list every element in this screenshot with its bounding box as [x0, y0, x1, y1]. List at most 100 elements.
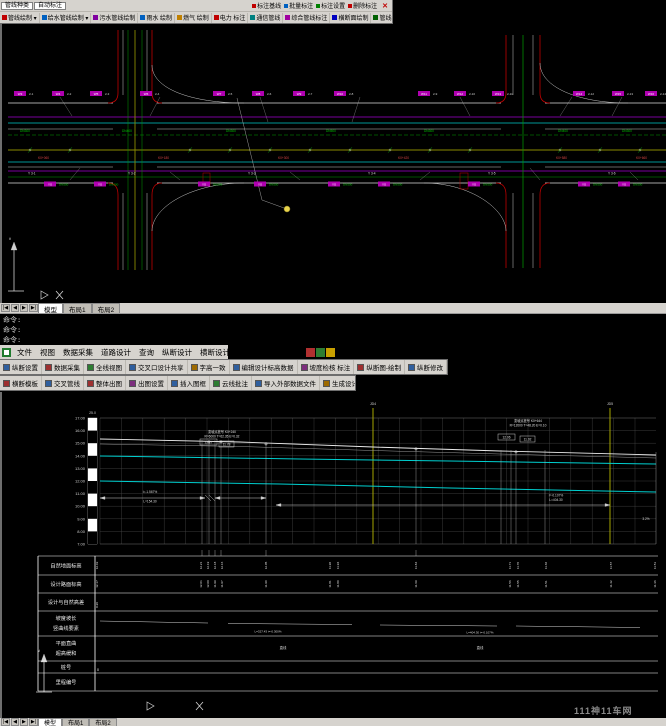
pipeline-tool-icon — [332, 15, 337, 20]
pipeline-tool-button[interactable]: 给水管线绘制 ▾ — [40, 13, 92, 23]
svg-text:11.92: 11.92 — [524, 438, 532, 442]
svg-text:∨: ∨ — [9, 236, 12, 241]
svg-text:8.00: 8.00 — [77, 529, 86, 534]
toolbar-button[interactable]: 编辑设计标高数据 — [230, 360, 298, 374]
pipeline-tool-label: 通信管线 — [256, 13, 280, 22]
svg-text:YS: YS — [98, 183, 102, 187]
command-line-area[interactable]: 命令:命令:命令: — [0, 313, 666, 345]
profile-tab-1[interactable]: 模型 — [38, 718, 62, 726]
menu-帮助[interactable]: 帮助 — [280, 348, 303, 357]
command-line[interactable]: 命令: — [3, 315, 663, 325]
toolbar-button[interactable]: 交叉管线 — [42, 376, 84, 390]
annotation-tool-button[interactable]: 标注基线 — [252, 1, 281, 10]
palette-close-button[interactable]: ✕ — [380, 2, 390, 10]
toolbar-button[interactable]: 坡度检核 标注 — [298, 360, 355, 374]
menu-数据采集[interactable]: 数据采集 — [59, 348, 97, 357]
profile-tab-3[interactable]: 布局2 — [89, 718, 116, 726]
plan-nav-arrow[interactable]: |◀ — [1, 304, 10, 312]
pipeline-tool-button[interactable]: 综合管线标注 — [283, 13, 330, 23]
pipeline-tool-button[interactable]: 管线标注 — [371, 13, 392, 23]
pipeline-tool-button[interactable]: 燃气 绘制 — [175, 13, 212, 23]
profile-canvas[interactable]: 25.017.0016.0015.0014.0013.0012.0011.001… — [0, 392, 666, 718]
svg-text:W5: W5 — [94, 92, 99, 96]
svg-text:12.21: 12.21 — [199, 561, 203, 569]
plan-tab-2[interactable]: 布局1 — [63, 303, 92, 314]
menu-视图[interactable]: 视图 — [36, 348, 59, 357]
menubar-icon-2[interactable] — [316, 348, 325, 357]
svg-text:10.00: 10.00 — [75, 504, 86, 509]
plan-nav-arrow[interactable]: ◀ — [11, 304, 19, 312]
toolbar-button[interactable]: 数据采集 — [42, 360, 84, 374]
menu-三维[interactable]: 三维 — [234, 348, 257, 357]
menu-横断设计[interactable]: 横断设计 — [196, 348, 234, 357]
pipeline-tool-button[interactable]: 电力 标注 — [212, 13, 249, 23]
toolbar-button-label: 字高一致 — [200, 362, 226, 372]
svg-text:11.99: 11.99 — [213, 580, 217, 588]
menubar-icon-3[interactable] — [326, 348, 335, 357]
toolbar-button[interactable]: 绘制横断面图 — [447, 360, 448, 374]
pipeline-tool-button[interactable]: 雨水 绘制 — [138, 13, 175, 23]
annotation-tool-button[interactable]: 删除标注 — [348, 1, 377, 10]
plan-tab-3[interactable]: 布局2 — [92, 303, 121, 314]
svg-text:DN500: DN500 — [393, 183, 403, 187]
palette-tab-group: 管线种类自动标注 — [0, 2, 66, 10]
svg-text:DN400: DN400 — [558, 129, 568, 133]
toolbar-button-label: 纵断设置 — [12, 362, 38, 372]
toolbar-button-icon — [129, 380, 136, 387]
svg-text:25.0: 25.0 — [89, 411, 96, 415]
toolbar-button[interactable]: 字高一致 — [188, 360, 230, 374]
toolbar-button[interactable]: 插入图框 — [168, 376, 210, 390]
plan-tab-1[interactable]: 模型 — [38, 303, 63, 314]
menu-工具[interactable]: 工具 — [257, 348, 280, 357]
annotation-tool-button[interactable]: 标注设置 — [316, 1, 345, 10]
watermark-text: 111神11车网 — [574, 704, 633, 717]
pipeline-tool-button[interactable]: 污水管线绘制 — [91, 13, 138, 23]
menubar-icon-1[interactable] — [306, 348, 315, 357]
command-line[interactable]: 命令: — [3, 325, 663, 335]
toolbar-button[interactable]: 导入外部数据文件 — [252, 376, 320, 390]
svg-text:Y 3-2: Y 3-2 — [128, 172, 136, 176]
profile-nav-arrow[interactable]: ▶| — [29, 718, 38, 726]
menu-道路设计[interactable]: 道路设计 — [97, 348, 135, 357]
plan-canvas[interactable]: ∨W32-1W42-2W52-3W62-4W72-5W82-6W92-7W102… — [0, 23, 666, 303]
toolbar-button-icon — [191, 364, 198, 371]
pipeline-tool-button[interactable]: 横断面绘制 — [330, 13, 371, 23]
toolbar-button[interactable]: 全线视图 — [84, 360, 126, 374]
profile-nav-arrow[interactable]: ◀ — [11, 718, 19, 726]
svg-text:11.96: 11.96 — [328, 562, 332, 570]
toolbar-button[interactable]: 云线批注 — [210, 376, 252, 390]
pipeline-tool-icon — [42, 15, 47, 20]
layout-tabs-bar-bottom: |◀◀▶▶|模型布局1布局2 — [0, 718, 666, 726]
toolbar-button[interactable]: 出图设置 — [126, 376, 168, 390]
toolbar-button[interactable]: 生成设计数据 — [320, 376, 356, 390]
menu-文件[interactable]: 文件 — [13, 348, 36, 357]
plan-nav-arrow[interactable]: ▶| — [29, 304, 38, 312]
svg-text:12.05: 12.05 — [264, 561, 268, 569]
svg-text:DN300: DN300 — [20, 129, 30, 133]
toolbar-button[interactable]: 纵断设置 — [0, 360, 42, 374]
profile-nav-arrow[interactable]: |◀ — [1, 718, 10, 726]
pipeline-tool-button[interactable]: 管线绘制 ▾ — [0, 13, 40, 23]
profile-tab-2[interactable]: 布局1 — [62, 718, 89, 726]
plan-nav-arrow[interactable]: ▶ — [20, 304, 28, 312]
svg-text:11.71: 11.71 — [508, 562, 512, 570]
svg-text:0.26: 0.26 — [95, 602, 99, 608]
palette-tab[interactable]: 自动标注 — [34, 2, 66, 10]
svg-text:14.00: 14.00 — [75, 453, 86, 458]
command-line[interactable]: 命令: — [3, 335, 663, 345]
toolbar-button-icon — [171, 380, 178, 387]
menu-查询[interactable]: 查询 — [135, 348, 158, 357]
menu-纵断设计[interactable]: 纵断设计 — [158, 348, 196, 357]
toolbar-button[interactable]: 整体出图 — [84, 376, 126, 390]
svg-text:2-1: 2-1 — [29, 92, 34, 96]
toolbar-button[interactable]: 纵断图-绘制 — [354, 360, 405, 374]
profile-nav-arrow[interactable]: ▶ — [20, 718, 28, 726]
palette-tab[interactable]: 管线种类 — [1, 2, 33, 10]
toolbar-button[interactable]: 横断模板 — [0, 376, 42, 390]
toolbar-button[interactable]: 纵断修改 — [405, 360, 447, 374]
pipeline-tool-icon — [177, 15, 182, 20]
svg-text:15.00: 15.00 — [75, 441, 86, 446]
pipeline-tool-button[interactable]: 通信管线 — [248, 13, 283, 23]
annotation-tool-button[interactable]: 批量标注 — [284, 1, 313, 10]
toolbar-button[interactable]: 交叉口设计共享 — [126, 360, 188, 374]
